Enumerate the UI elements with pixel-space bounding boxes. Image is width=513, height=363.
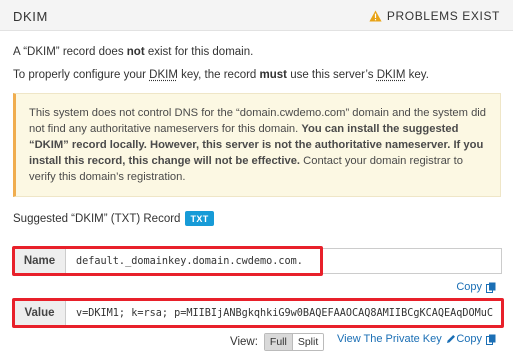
view-mode-toggle: View: Full Split [230,333,325,351]
dkim-abbreviation: DKIM [376,69,406,81]
view-private-key-link[interactable]: View The Private Key [337,333,456,345]
dkim-abbreviation: DKIM [149,69,178,81]
record-name-label: Name [14,249,66,273]
record-name-field[interactable]: Name default._domainkey.domain.cwdemo.co… [13,248,502,274]
copy-icon [486,334,496,345]
view-full-button[interactable]: Full [264,334,293,350]
section-header: DKIM PROBLEMS EXIST [0,0,513,31]
status-label: PROBLEMS EXIST [386,9,500,23]
record-value-field[interactable]: Value v=DKIM1; k=rsa; p=MIIBIjANBgkqhkiG… [13,300,502,326]
view-segmented-control: Full Split [263,333,325,351]
record-name-value[interactable]: default._domainkey.domain.cwdemo.com. [66,249,501,273]
view-label: View: [230,336,258,348]
copy-name-button[interactable]: Copy [456,281,496,293]
status-indicator: PROBLEMS EXIST [369,9,500,23]
missing-record-message: A “DKIM” record does not exist for this … [13,46,254,58]
copy-icon [486,282,496,293]
suggested-record-heading: Suggested “DKIM” (TXT) Record TXT [13,211,214,226]
warning-triangle-icon [369,10,382,22]
warning-alert: This system does not control DNS for the… [13,93,501,197]
section-title: DKIM [13,9,48,24]
copy-value-button[interactable]: Copy [456,333,496,345]
record-value-text[interactable]: v=DKIM1; k=rsa; p=MIIBIjANBgkqhkiG9w0BAQ… [66,301,501,325]
record-type-badge: TXT [185,211,214,226]
record-value-label: Value [14,301,66,325]
configure-instructions: To properly configure your DKIM key, the… [13,69,429,81]
pencil-icon [446,335,455,343]
view-split-button[interactable]: Split [292,334,324,350]
